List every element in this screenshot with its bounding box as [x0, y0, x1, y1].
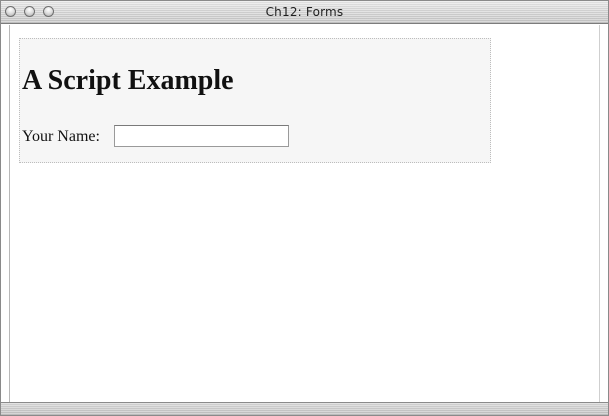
browser-window: Ch12: Forms A Script Example Your Name:	[0, 0, 609, 416]
window-title: Ch12: Forms	[265, 5, 344, 19]
status-bar	[1, 402, 608, 415]
page-content: A Script Example Your Name:	[10, 25, 599, 402]
title-bar[interactable]: Ch12: Forms	[1, 1, 608, 24]
your-name-label: Your Name:	[22, 128, 100, 145]
your-name-input[interactable]	[114, 125, 289, 147]
script-example-box: A Script Example Your Name:	[19, 38, 491, 163]
page-title: A Script Example	[22, 65, 234, 96]
right-divider	[599, 25, 600, 402]
